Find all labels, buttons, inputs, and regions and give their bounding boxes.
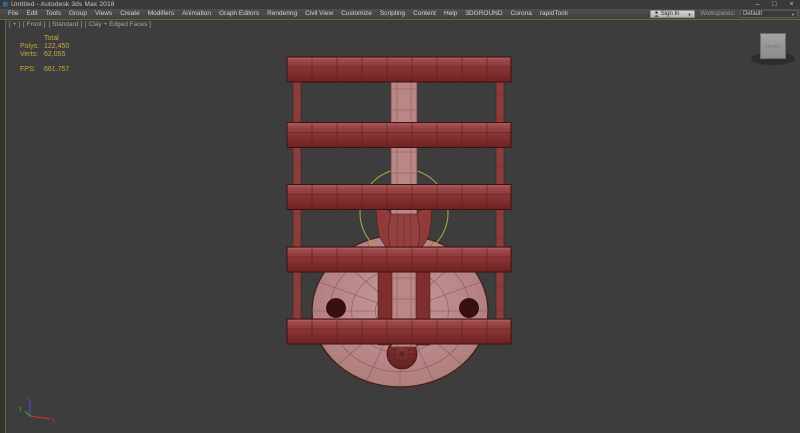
model-slat[interactable] bbox=[287, 57, 511, 82]
model-hole-right bbox=[460, 299, 479, 318]
application-window: Untitled - Autodesk 3ds Max 2018 – □ × F… bbox=[0, 0, 800, 433]
x-axis-label: x bbox=[52, 418, 55, 424]
y-axis-label: y bbox=[19, 406, 22, 412]
model-wall-lamp[interactable] bbox=[287, 57, 511, 387]
stats-total-label: Total bbox=[44, 35, 59, 43]
x-axis-line bbox=[30, 416, 50, 419]
world-axis-gizmo: z x y bbox=[10, 391, 64, 425]
model-slat[interactable] bbox=[287, 319, 511, 344]
y-axis-line bbox=[25, 411, 30, 416]
z-axis-label: z bbox=[27, 395, 30, 401]
viewport-label-bar: [ + ][ Front ][ Standard ][ Clay + Edged… bbox=[9, 21, 151, 28]
viewport-view-label[interactable]: [ Front ] bbox=[23, 21, 45, 28]
viewport-menu-plus[interactable]: [ + ] bbox=[9, 21, 20, 28]
viewport-renderstyle-label[interactable]: [ Standard ] bbox=[48, 21, 82, 28]
viewcube[interactable]: FRONT bbox=[751, 31, 795, 73]
model-slat[interactable] bbox=[287, 185, 511, 210]
stats-polys-label: Polys: bbox=[20, 43, 44, 51]
model-slat[interactable] bbox=[287, 123, 511, 148]
stats-fps-label: FPS: bbox=[20, 66, 44, 74]
viewport-canvas[interactable] bbox=[0, 0, 800, 433]
viewport-statistics: Total Polys:122,450 Verts:62,055 FPS:661… bbox=[20, 35, 69, 74]
viewcube-front-label: FRONT bbox=[765, 44, 782, 49]
stats-verts-label: Verts: bbox=[20, 51, 44, 59]
stats-fps-value: 661.757 bbox=[44, 66, 69, 74]
viewcube-front-face[interactable]: FRONT bbox=[760, 33, 786, 59]
model-slat[interactable] bbox=[287, 247, 511, 272]
viewport-front[interactable]: [ + ][ Front ][ Standard ][ Clay + Edged… bbox=[6, 20, 800, 433]
viewport-shading-label[interactable]: [ Clay + Edged Faces ] bbox=[85, 21, 151, 28]
stats-polys-value: 122,450 bbox=[44, 43, 69, 51]
model-hole-left bbox=[327, 299, 346, 318]
stats-verts-value: 62,055 bbox=[44, 51, 65, 59]
